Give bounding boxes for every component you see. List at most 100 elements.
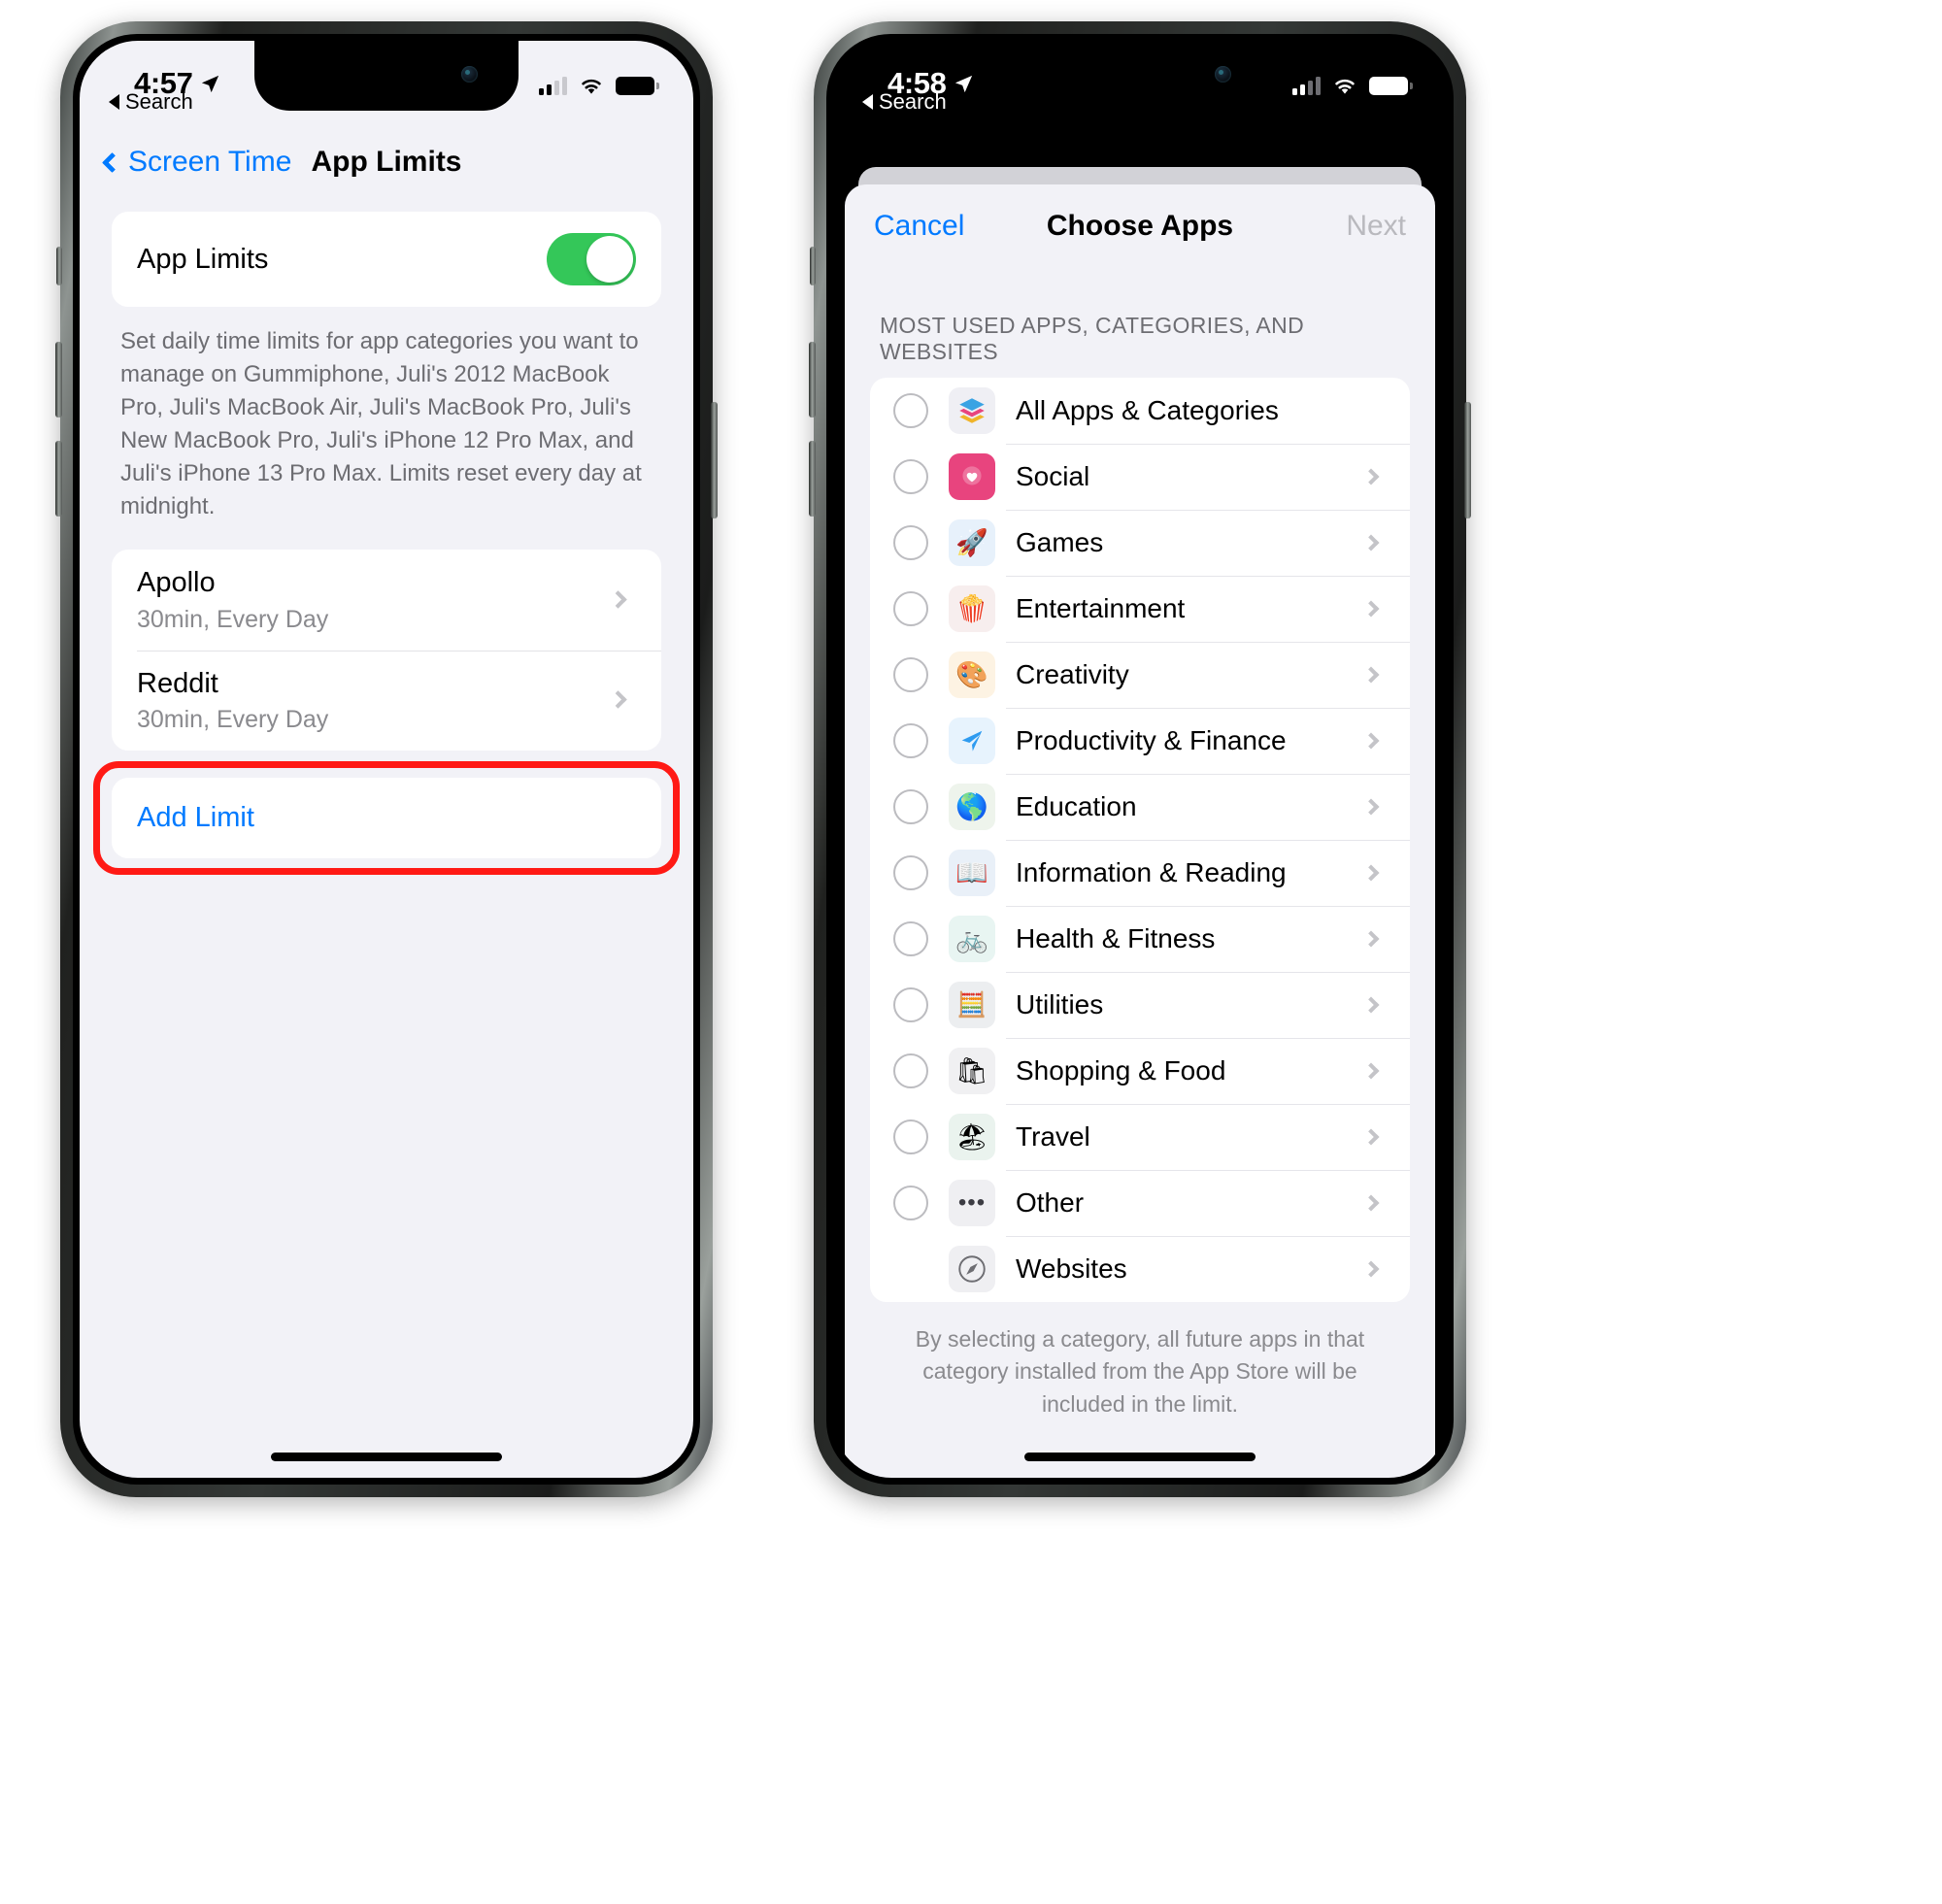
- radio-button[interactable]: [893, 393, 928, 428]
- iphone-left: 4:57 Search Screen Time App Limits App L…: [55, 21, 718, 1497]
- table-row[interactable]: Reddit 30min, Every Day: [112, 650, 661, 751]
- list-item-label: Entertainment: [1016, 593, 1186, 623]
- choose-apps-sheet: Cancel Choose Apps Next MOST USED APPS, …: [845, 184, 1435, 1478]
- list-item[interactable]: 📖 Information & Reading: [870, 840, 1410, 906]
- home-indicator[interactable]: [1024, 1453, 1256, 1461]
- list-item[interactable]: 🏖 Travel: [870, 1104, 1410, 1170]
- back-to-screen-time-button[interactable]: Screen Time: [101, 146, 291, 179]
- list-item[interactable]: 🛍 Shopping & Food: [870, 1038, 1410, 1104]
- radio-button[interactable]: [893, 987, 928, 1022]
- home-indicator[interactable]: [271, 1453, 502, 1461]
- radio-button[interactable]: [893, 591, 928, 626]
- limits-list: Apollo 30min, Every Day Reddit 30min, Ev…: [112, 550, 661, 751]
- chevron-right-icon: [1362, 996, 1380, 1014]
- list-item[interactable]: 🚀 Games: [870, 510, 1410, 576]
- chevron-right-icon: [609, 589, 627, 609]
- list-item[interactable]: 🌎 Education: [870, 774, 1410, 840]
- status-indicators: [539, 76, 660, 96]
- app-limits-content: App Limits Set daily time limits for app…: [80, 212, 693, 1478]
- radio-button[interactable]: [893, 723, 928, 758]
- app-limits-toggle-card: App Limits: [112, 212, 661, 307]
- list-item[interactable]: 🚲 Health & Fitness: [870, 906, 1410, 972]
- open-book-icon: 📖: [949, 850, 995, 896]
- radio-button[interactable]: [893, 789, 928, 824]
- rocket-icon: 🚀: [949, 519, 995, 566]
- list-item[interactable]: All Apps & Categories: [870, 378, 1410, 444]
- limit-name: Reddit: [137, 667, 218, 699]
- chevron-right-icon: [1362, 930, 1380, 948]
- table-row[interactable]: Apollo 30min, Every Day: [112, 550, 661, 650]
- limit-text-group: Apollo 30min, Every Day: [137, 564, 328, 633]
- back-to-search-right[interactable]: Search: [862, 89, 947, 115]
- paper-plane-icon: [949, 718, 995, 764]
- phone-bezel: 4:57 Search Screen Time App Limits App L…: [73, 34, 700, 1485]
- phone-bezel: 4:58 Search Cancel Choose Apps Next MOST…: [826, 34, 1454, 1485]
- mute-switch[interactable]: [810, 247, 816, 285]
- notch: [254, 41, 519, 111]
- volume-up-button[interactable]: [55, 342, 62, 418]
- app-limits-toggle-row[interactable]: App Limits: [112, 212, 661, 307]
- sheet-navigation-bar: Cancel Choose Apps Next: [845, 184, 1435, 268]
- chevron-right-icon: [1362, 468, 1380, 485]
- chevron-left-icon: [101, 151, 123, 173]
- list-item-label: All Apps & Categories: [1016, 395, 1279, 425]
- chevron-right-icon: [1362, 864, 1380, 882]
- radio-button[interactable]: [893, 855, 928, 890]
- front-camera-icon: [461, 66, 478, 83]
- chevron-right-icon: [1362, 534, 1380, 551]
- back-to-search-left[interactable]: Search: [109, 89, 193, 115]
- list-item[interactable]: ••• Other: [870, 1170, 1410, 1236]
- chevron-right-icon: [1362, 1128, 1380, 1146]
- radio-button[interactable]: [893, 459, 928, 494]
- volume-up-button[interactable]: [809, 342, 816, 418]
- sheet-footer-note: By selecting a category, all future apps…: [915, 1326, 1365, 1417]
- radio-button[interactable]: [893, 1053, 928, 1088]
- add-limit-button[interactable]: Add Limit: [112, 777, 661, 858]
- list-item[interactable]: 🧮 Utilities: [870, 972, 1410, 1038]
- radio-button[interactable]: [893, 1119, 928, 1154]
- screen-app-limits: 4:57 Search Screen Time App Limits App L…: [80, 41, 693, 1478]
- chevron-right-icon: [1362, 732, 1380, 750]
- shopping-bag-icon: 🛍: [949, 1048, 995, 1094]
- chevron-right-icon: [1362, 798, 1380, 816]
- list-item-label: Other: [1016, 1187, 1085, 1218]
- next-button[interactable]: Next: [1346, 210, 1406, 243]
- back-to-search-label: Search: [125, 89, 193, 114]
- list-item[interactable]: Productivity & Finance: [870, 708, 1410, 774]
- chevron-right-icon: [1362, 1062, 1380, 1080]
- volume-down-button[interactable]: [809, 441, 816, 517]
- cellular-bars-icon: [539, 76, 567, 95]
- iphone-right: 4:58 Search Cancel Choose Apps Next MOST…: [809, 21, 1471, 1497]
- power-button[interactable]: [711, 402, 718, 518]
- notch: [1008, 41, 1272, 111]
- list-item[interactable]: 🎨 Creativity: [870, 642, 1410, 708]
- back-to-search-label: Search: [879, 89, 947, 114]
- triangle-left-icon: [109, 94, 119, 110]
- app-limits-description: Set daily time limits for app categories…: [120, 328, 642, 520]
- radio-button[interactable]: [893, 921, 928, 956]
- front-camera-icon: [1215, 66, 1231, 83]
- list-item[interactable]: 🍿 Entertainment: [870, 576, 1410, 642]
- battery-full-icon: [616, 76, 659, 95]
- app-limits-toggle-label: App Limits: [137, 243, 269, 275]
- list-item[interactable]: Websites: [870, 1236, 1410, 1302]
- chevron-right-icon: [1362, 1260, 1380, 1278]
- list-item[interactable]: Social: [870, 444, 1410, 510]
- app-limits-switch[interactable]: [547, 233, 636, 285]
- mute-switch[interactable]: [56, 247, 62, 285]
- radio-button[interactable]: [893, 525, 928, 560]
- volume-down-button[interactable]: [55, 441, 62, 517]
- chevron-right-icon: [1362, 600, 1380, 618]
- layers-icon: [949, 387, 995, 434]
- limit-text-group: Reddit 30min, Every Day: [137, 665, 328, 734]
- radio-button[interactable]: [893, 1186, 928, 1220]
- triangle-left-icon: [862, 94, 873, 110]
- radio-button[interactable]: [893, 657, 928, 692]
- limit-detail: 30min, Every Day: [137, 705, 329, 733]
- ellipsis-icon: •••: [949, 1180, 995, 1226]
- palette-icon: 🎨: [949, 651, 995, 698]
- power-button[interactable]: [1464, 402, 1471, 518]
- cancel-button[interactable]: Cancel: [874, 210, 964, 243]
- list-item-label: Information & Reading: [1016, 857, 1287, 887]
- list-item-label: Websites: [1016, 1253, 1127, 1284]
